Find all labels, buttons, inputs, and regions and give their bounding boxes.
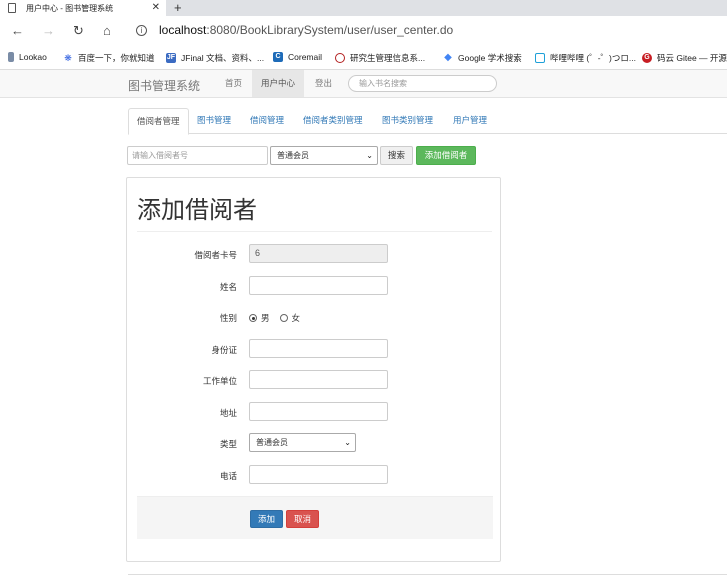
tab-borrower-category-management[interactable]: 借阅者类别管理	[295, 108, 371, 134]
phone-label: 电话	[219, 471, 237, 481]
member-type-select[interactable]: 普通会员 ⌄	[270, 146, 378, 165]
name-field[interactable]	[249, 276, 388, 295]
gitee-icon: G	[642, 53, 652, 63]
browser-tab[interactable]: 用户中心 - 图书管理系统 ✕	[0, 0, 166, 16]
bookmarks-bar: Lookao ❋ 百度一下，你就知道 JF JFinal 文档、资料、... C…	[0, 46, 727, 70]
work-unit-label: 工作单位	[202, 376, 237, 386]
gender-male-label: 男	[261, 313, 270, 323]
chevron-down-icon: ⌄	[366, 151, 373, 160]
add-borrower-button[interactable]: 添加借阅者	[416, 146, 476, 165]
nav-logout[interactable]: 登出	[306, 70, 341, 97]
bookmark-bilibili[interactable]: 哔哩哔哩 (゜-゜)つロ...	[535, 52, 636, 64]
document-icon	[8, 3, 16, 13]
name-label: 姓名	[219, 282, 237, 292]
panel-footer: 添加 取消	[137, 496, 493, 539]
bookmark-baidu[interactable]: ❋ 百度一下，你就知道	[63, 52, 155, 64]
type-label: 类型	[219, 439, 237, 449]
app-navbar: 图书管理系统 首页 用户中心 登出 输入书名搜索	[0, 70, 727, 98]
url-field[interactable]: i localhost:8080/BookLibrarySystem/user/…	[136, 23, 453, 37]
info-icon[interactable]: i	[136, 24, 147, 36]
forward-arrow-icon[interactable]: →	[42, 24, 55, 38]
submit-add-button[interactable]: 添加	[250, 510, 283, 528]
bookmark-jfinal[interactable]: JF JFinal 文档、资料、...	[166, 52, 264, 64]
bookmark-label: JFinal 文档、资料、...	[181, 53, 265, 63]
bottom-divider	[128, 574, 727, 575]
url-host: localhost	[159, 23, 207, 37]
bookmark-coremail[interactable]: C Coremail	[273, 52, 322, 62]
bookmark-graduate-system[interactable]: 研究生管理信息系...	[335, 52, 425, 64]
tab-user-management[interactable]: 用户管理	[445, 108, 495, 134]
management-tabs: 借阅者管理 图书管理 借阅管理 借阅者类别管理 图书类别管理 用户管理	[128, 108, 727, 135]
bookmark-label: Coremail	[288, 52, 323, 62]
home-icon[interactable]: ⌂	[103, 24, 111, 38]
bilibili-icon	[535, 53, 545, 63]
bookmark-label: 哔哩哔哩 (゜-゜)つロ...	[550, 53, 636, 63]
type-select[interactable]: 普通会员 ⌄	[249, 433, 356, 452]
google-scholar-icon: ◆	[444, 52, 452, 63]
close-icon[interactable]: ✕	[152, 2, 160, 13]
card-number-label: 借阅者卡号	[194, 250, 237, 260]
panel-title: 添加借阅者	[137, 197, 257, 224]
gender-female-radio[interactable]	[279, 314, 288, 322]
gender-male-radio[interactable]	[249, 314, 257, 322]
id-card-field[interactable]	[249, 339, 388, 358]
id-card-label: 身份证	[211, 345, 237, 355]
add-borrower-panel: 添加借阅者 借阅者卡号 6 姓名 性别 男 女 身份证 工作单位 地址 类型 普…	[126, 177, 501, 562]
gender-female-label: 女	[291, 313, 301, 323]
lookao-icon	[8, 52, 14, 62]
address-label: 地址	[219, 408, 237, 418]
bookmark-label: 码云 Gitee — 开源	[657, 53, 727, 63]
bookmark-label: 百度一下，你就知道	[78, 53, 155, 63]
tab-borrower-management[interactable]: 借阅者管理	[128, 108, 189, 135]
tab-borrow-management[interactable]: 借阅管理	[242, 108, 292, 134]
jf-icon: JF	[166, 53, 176, 63]
borrower-search-input[interactable]: 请输入借阅者号	[127, 146, 268, 165]
address-bar: ← → ↻ ⌂ i localhost:8080/BookLibrarySyst…	[0, 16, 727, 46]
bookmark-google-scholar[interactable]: ◆ Google 学术搜索	[443, 52, 522, 64]
bookmark-label: Google 学术搜索	[458, 53, 522, 63]
divider	[137, 231, 492, 232]
search-button[interactable]: 搜索	[380, 146, 413, 165]
url-path: :8080/BookLibrarySystem/user/user_center…	[206, 23, 454, 37]
browser-tab-title: 用户中心 - 图书管理系统	[26, 3, 114, 13]
tab-book-category-management[interactable]: 图书类别管理	[374, 108, 441, 134]
coremail-icon: C	[273, 52, 283, 62]
book-search-input[interactable]: 输入书名搜索	[348, 75, 497, 92]
new-tab-icon[interactable]: +	[174, 0, 182, 16]
gender-radio-group: 男 女	[249, 312, 300, 324]
bookmark-gitee[interactable]: G 码云 Gitee — 开源	[642, 52, 727, 64]
university-seal-icon	[335, 53, 345, 63]
gender-label: 性别	[219, 313, 237, 323]
phone-field[interactable]	[249, 465, 388, 484]
brand-title[interactable]: 图书管理系统	[128, 77, 200, 94]
type-select-value: 普通会员	[256, 438, 288, 447]
cancel-button[interactable]: 取消	[286, 510, 319, 528]
bookmark-label: Lookao	[19, 52, 47, 62]
bookmark-label: 研究生管理信息系...	[350, 53, 426, 63]
member-type-value: 普通会员	[277, 151, 309, 160]
reload-icon[interactable]: ↻	[73, 24, 84, 38]
work-unit-field[interactable]	[249, 370, 388, 389]
address-field[interactable]	[249, 402, 388, 421]
card-number-field: 6	[249, 244, 388, 263]
browser-tab-bar: 用户中心 - 图书管理系统 ✕ +	[0, 0, 727, 16]
back-arrow-icon[interactable]: ←	[11, 24, 24, 38]
bookmark-lookao[interactable]: Lookao	[8, 52, 47, 62]
tab-book-management[interactable]: 图书管理	[189, 108, 239, 134]
nav-home[interactable]: 首页	[216, 70, 251, 97]
baidu-paw-icon: ❋	[64, 53, 72, 63]
nav-user-center[interactable]: 用户中心	[252, 70, 305, 97]
chevron-down-icon: ⌄	[344, 438, 351, 447]
